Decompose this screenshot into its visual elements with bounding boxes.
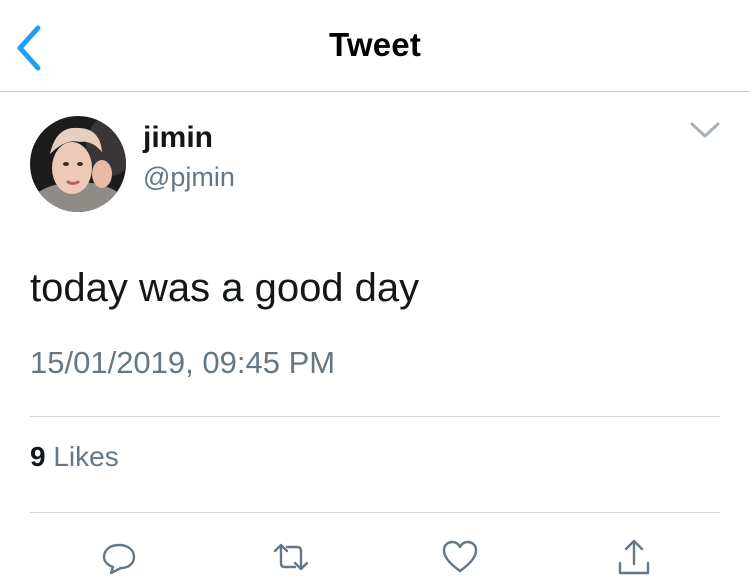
likes-number: 9 bbox=[30, 441, 46, 472]
tweet-text: today was a good day bbox=[30, 266, 420, 310]
share-button[interactable] bbox=[614, 537, 654, 577]
heart-icon bbox=[442, 540, 478, 573]
retweet-icon bbox=[273, 543, 309, 571]
reply-icon bbox=[102, 543, 136, 575]
reply-button[interactable] bbox=[99, 537, 139, 577]
chevron-down-icon bbox=[690, 122, 720, 138]
avatar[interactable] bbox=[30, 116, 126, 212]
author-name[interactable]: jimin bbox=[143, 121, 213, 155]
tweet-menu-button[interactable] bbox=[686, 116, 724, 146]
likes-label: Likes bbox=[53, 441, 119, 472]
author-handle[interactable]: @pjmin bbox=[143, 162, 235, 193]
tweet-timestamp: 15/01/2019, 09:45 PM bbox=[30, 345, 336, 380]
divider bbox=[30, 512, 720, 513]
page-title: Tweet bbox=[328, 26, 422, 63]
likes-count[interactable]: 9 Likes bbox=[30, 441, 119, 473]
share-icon bbox=[618, 539, 650, 575]
retweet-button[interactable] bbox=[271, 537, 311, 577]
like-button[interactable] bbox=[440, 537, 480, 577]
navigation-bar: Tweet bbox=[0, 0, 750, 92]
divider bbox=[30, 416, 720, 417]
